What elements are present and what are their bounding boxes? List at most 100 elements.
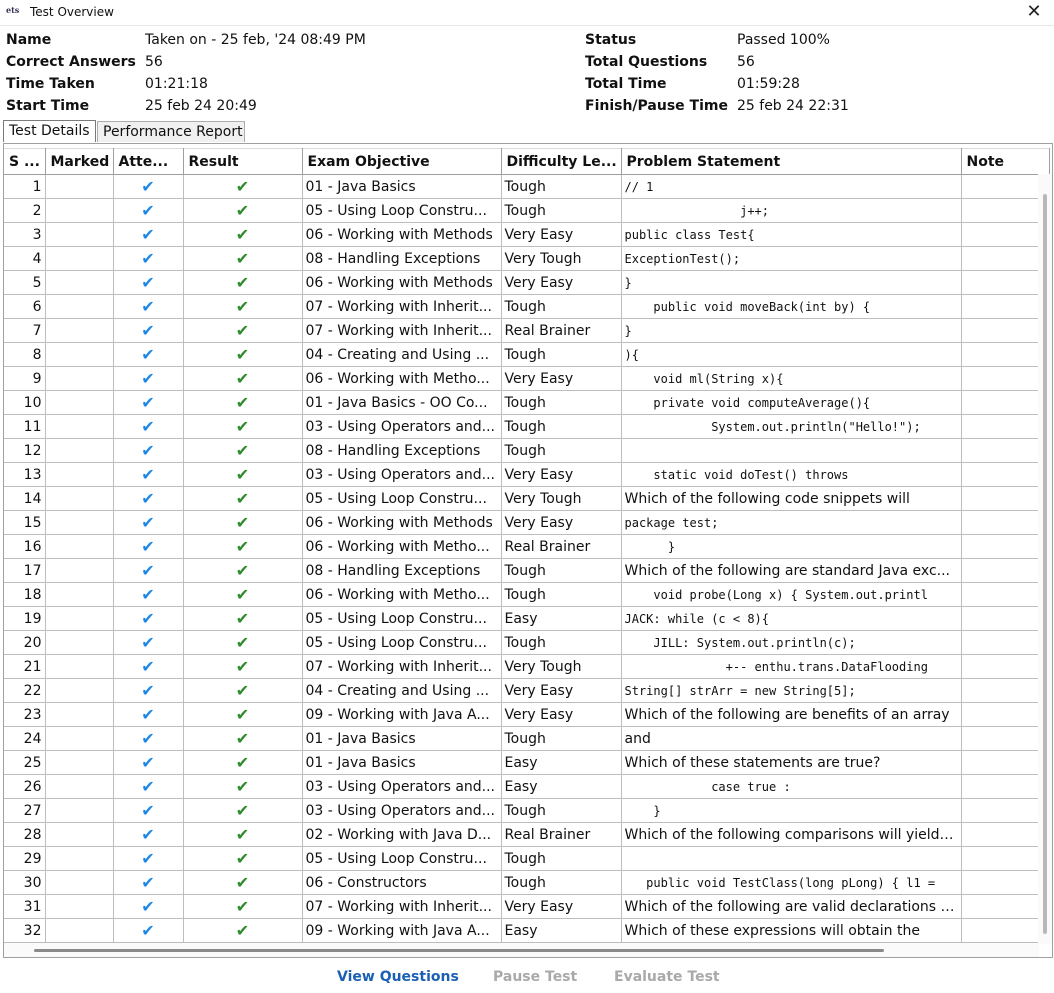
difficulty-cell: Tough: [501, 390, 622, 415]
table-row[interactable]: 4 ✔ ✔ 08 - Handling Exceptions Very Tough Exc…: [4, 246, 1050, 271]
attempted-checkmark-icon: ✔: [141, 417, 155, 436]
table-row[interactable]: 12 ✔ ✔ 08 - Handling Exceptions Tough: [4, 438, 1050, 463]
table-row[interactable]: 9 ✔ ✔ 06 - Working with Metho... Very Easy v…: [4, 366, 1050, 391]
table-row[interactable]: 29 ✔ ✔ 05 - Using Loop Constru... Tough: [4, 846, 1050, 871]
result-cell: ✔: [183, 414, 303, 439]
finish-time-value: 25 feb 24 22:31: [737, 98, 849, 114]
table-row[interactable]: 10 ✔ ✔ 01 - Java Basics - OO Co... Tough pri…: [4, 390, 1050, 415]
column-header-marked[interactable]: Marked: [45, 148, 114, 175]
result-checkmark-icon: ✔: [235, 201, 250, 220]
table-row[interactable]: 1 ✔ ✔ 01 - Java Basics Tough// 1: [4, 174, 1050, 199]
close-icon[interactable]: ✕: [1022, 1, 1046, 23]
problem-statement-cell: public void moveBack(int by) {: [621, 294, 962, 319]
exam-objective-cell: 04 - Creating and Using ...: [302, 342, 502, 367]
table-row[interactable]: 23 ✔ ✔ 09 - Working with Java A... Very Easy…: [4, 702, 1050, 727]
table-row[interactable]: 27 ✔ ✔ 03 - Using Operators and... Tough }: [4, 798, 1050, 823]
note-cell: [961, 582, 1050, 607]
note-cell: [961, 534, 1050, 559]
table-row[interactable]: 5 ✔ ✔ 06 - Working with Methods Very Easy}: [4, 270, 1050, 295]
table-row[interactable]: 25 ✔ ✔ 01 - Java Basics Easy Which of these s…: [4, 750, 1050, 775]
column-header-problem-statement[interactable]: Problem Statement: [621, 148, 962, 175]
table-row[interactable]: 16 ✔ ✔ 06 - Working with Metho... Real Brain…: [4, 534, 1050, 559]
attempted-cell: ✔: [113, 774, 184, 799]
table-row[interactable]: 2 ✔ ✔ 05 - Using Loop Constru... Tough j++;: [4, 198, 1050, 223]
horizontal-scroll-thumb[interactable]: [34, 949, 884, 952]
note-cell: [961, 558, 1050, 583]
attempted-cell: ✔: [113, 726, 184, 751]
attempted-cell: ✔: [113, 918, 184, 943]
attempted-checkmark-icon: ✔: [141, 321, 155, 340]
column-header-attempted[interactable]: Atte...: [113, 148, 184, 175]
tab-performance-report[interactable]: Performance Report: [97, 121, 245, 142]
tab-test-details[interactable]: Test Details: [3, 120, 96, 142]
difficulty-cell: Easy: [501, 750, 622, 775]
note-cell: [961, 318, 1050, 343]
note-cell: [961, 390, 1050, 415]
result-checkmark-icon: ✔: [235, 657, 250, 676]
table-row[interactable]: 8 ✔ ✔ 04 - Creating and Using ... Tough){: [4, 342, 1050, 367]
table-row[interactable]: 13 ✔ ✔ 03 - Using Operators and... Very Easy…: [4, 462, 1050, 487]
vertical-scroll-thumb[interactable]: [1043, 194, 1047, 934]
attempted-checkmark-icon: ✔: [141, 609, 155, 628]
table-row[interactable]: 30 ✔ ✔ 06 - Constructors Tough public void T…: [4, 870, 1050, 895]
column-header-note[interactable]: Note: [961, 148, 1050, 175]
result-checkmark-icon: ✔: [235, 297, 250, 316]
marked-cell: [45, 870, 114, 895]
column-header-exam-objective[interactable]: Exam Objective: [302, 148, 502, 175]
table-row[interactable]: 32 ✔ ✔ 09 - Working with Java A... Easy Which…: [4, 918, 1050, 943]
total-time-label: Total Time: [585, 76, 667, 92]
marked-cell: [45, 510, 114, 535]
difficulty-cell: Tough: [501, 582, 622, 607]
column-header-serial[interactable]: S ...: [4, 148, 46, 175]
result-checkmark-icon: ✔: [235, 345, 250, 364]
result-checkmark-icon: ✔: [235, 273, 250, 292]
table-row[interactable]: 14 ✔ ✔ 05 - Using Loop Constru... Very Tough…: [4, 486, 1050, 511]
column-header-result[interactable]: Result: [183, 148, 303, 175]
result-checkmark-icon: ✔: [235, 681, 250, 700]
result-checkmark-icon: ✔: [235, 465, 250, 484]
note-cell: [961, 486, 1050, 511]
exam-objective-cell: 05 - Using Loop Constru...: [302, 198, 502, 223]
table-row[interactable]: 17 ✔ ✔ 08 - Handling Exceptions Tough Which o…: [4, 558, 1050, 583]
table-row[interactable]: 18 ✔ ✔ 06 - Working with Metho... Tough void…: [4, 582, 1050, 607]
marked-cell: [45, 558, 114, 583]
table-row[interactable]: 22 ✔ ✔ 04 - Creating and Using ... Very Easy…: [4, 678, 1050, 703]
table-row[interactable]: 21 ✔ ✔ 07 - Working with Inherit... Very Tou…: [4, 654, 1050, 679]
result-checkmark-icon: ✔: [235, 897, 250, 916]
difficulty-cell: Very Easy: [501, 222, 622, 247]
result-cell: ✔: [183, 222, 303, 247]
horizontal-scrollbar[interactable]: [4, 943, 1039, 957]
table-row[interactable]: 28 ✔ ✔ 02 - Working with Java D... Real Brai…: [4, 822, 1050, 847]
table-row[interactable]: 26 ✔ ✔ 03 - Using Operators and... Easy case…: [4, 774, 1050, 799]
vertical-scrollbar[interactable]: [1038, 174, 1052, 944]
exam-objective-cell: 03 - Using Operators and...: [302, 774, 502, 799]
exam-objective-cell: 06 - Working with Methods: [302, 270, 502, 295]
difficulty-cell: Tough: [501, 438, 622, 463]
note-cell: [961, 774, 1050, 799]
table-row[interactable]: 7 ✔ ✔ 07 - Working with Inherit... Real Brai…: [4, 318, 1050, 343]
serial-number-cell: 5: [4, 270, 46, 295]
table-row[interactable]: 11 ✔ ✔ 03 - Using Operators and... Tough Sys…: [4, 414, 1050, 439]
marked-cell: [45, 606, 114, 631]
result-cell: ✔: [183, 678, 303, 703]
note-cell: [961, 222, 1050, 247]
table-row[interactable]: 3 ✔ ✔ 06 - Working with Methods Very Easy pub…: [4, 222, 1050, 247]
table-row[interactable]: 6 ✔ ✔ 07 - Working with Inherit... Tough pub…: [4, 294, 1050, 319]
column-header-difficulty[interactable]: Difficulty Le...: [501, 148, 622, 175]
table-row[interactable]: 20 ✔ ✔ 05 - Using Loop Constru... Tough JILL…: [4, 630, 1050, 655]
table-row[interactable]: 19 ✔ ✔ 05 - Using Loop Constru... Easy JACK: …: [4, 606, 1050, 631]
view-questions-button[interactable]: View Questions: [337, 969, 459, 985]
table-row[interactable]: 15 ✔ ✔ 06 - Working with Methods Very Easy pa…: [4, 510, 1050, 535]
serial-number-cell: 11: [4, 414, 46, 439]
table-row[interactable]: 24 ✔ ✔ 01 - Java Basics Tough and: [4, 726, 1050, 751]
attempted-checkmark-icon: ✔: [141, 489, 155, 508]
pause-test-button[interactable]: Pause Test: [493, 969, 577, 985]
table-row[interactable]: 31 ✔ ✔ 07 - Working with Inherit... Very Eas…: [4, 894, 1050, 919]
result-checkmark-icon: ✔: [235, 849, 250, 868]
total-questions-value: 56: [737, 54, 755, 70]
note-cell: [961, 702, 1050, 727]
evaluate-test-button[interactable]: Evaluate Test: [614, 969, 720, 985]
note-cell: [961, 438, 1050, 463]
note-cell: [961, 294, 1050, 319]
note-cell: [961, 750, 1050, 775]
